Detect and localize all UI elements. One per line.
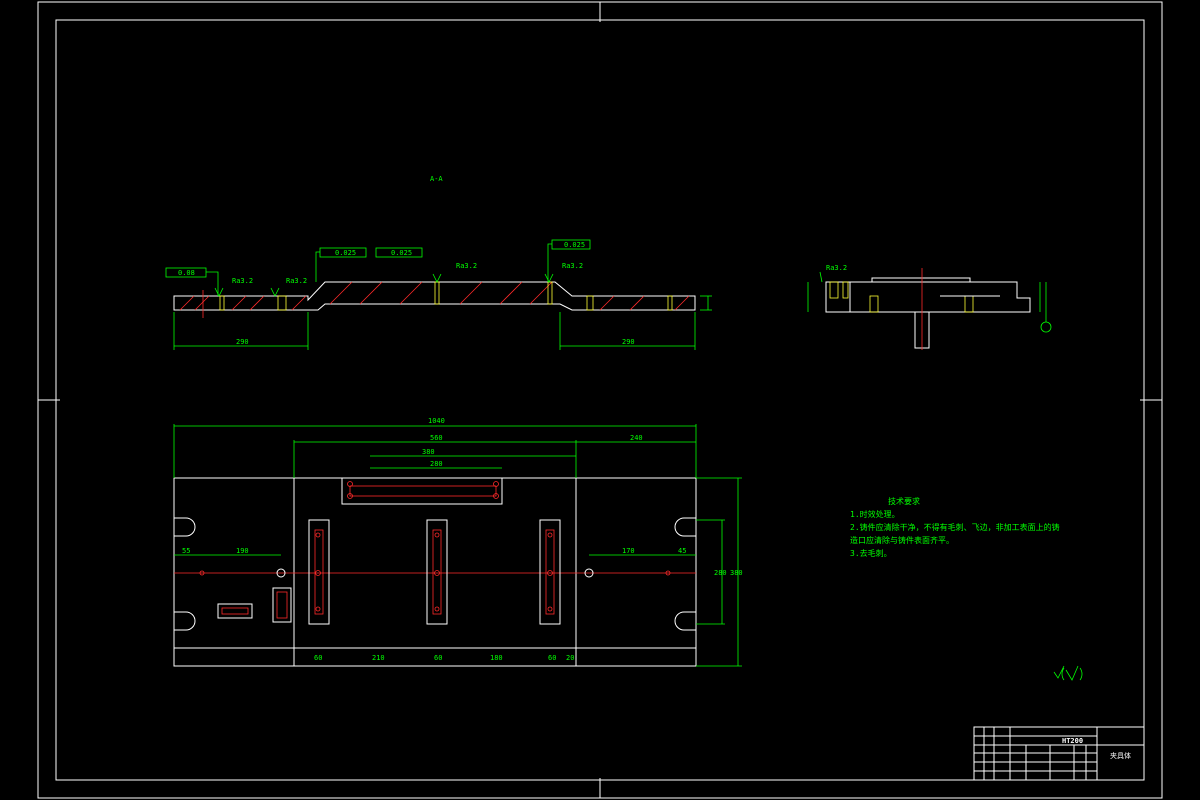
dim-left-section: 290 — [236, 338, 249, 346]
svg-text:60: 60 — [314, 654, 322, 662]
svg-text:210: 210 — [372, 654, 385, 662]
dim-left-hole: 190 — [236, 547, 249, 555]
svg-text:Ra3.2: Ra3.2 — [456, 262, 477, 270]
svg-text:0.025: 0.025 — [335, 249, 356, 257]
u-slot-top-right — [674, 517, 696, 537]
section-view: 290 290 0.08 0.025 0.025 0.025 Ra3.2 Ra3… — [165, 239, 712, 350]
svg-text:180: 180 — [490, 654, 503, 662]
svg-text:Ra3.2: Ra3.2 — [562, 262, 583, 270]
side-outline — [825, 281, 1031, 313]
material-code: HT200 — [1062, 737, 1083, 745]
u-slot-top-left — [174, 517, 196, 537]
svg-text:20: 20 — [566, 654, 574, 662]
u-slot-bottom-right — [674, 611, 696, 631]
dim-right-hole: 170 — [622, 547, 635, 555]
dim-left-offset: 55 — [182, 547, 190, 555]
dim-right-span: 240 — [630, 434, 643, 442]
tech-item-4: 3.去毛刺。 — [850, 549, 892, 558]
dim-mid-span: 560 — [430, 434, 443, 442]
dim-right-edge: 45 — [678, 547, 686, 555]
section-outline — [173, 281, 696, 311]
svg-text:Ra3.2: Ra3.2 — [826, 264, 847, 272]
tech-item-2: 2.铸件应清除干净，不得有毛刺、飞边，非加工表面上的铸 — [850, 523, 1060, 532]
plan-view: 1040 560 240 380 280 55 190 170 45 380 2… — [173, 417, 743, 667]
cad-drawing: A-A 290 290 0.08 0.025 0.025 0.025 Ra3.2… — [37, 1, 1163, 799]
dim-top-slot: 380 — [422, 448, 435, 456]
dim-height-inner: 280 — [714, 569, 727, 577]
svg-text:0.025: 0.025 — [564, 241, 585, 249]
svg-text:60: 60 — [434, 654, 442, 662]
svg-text:0.025: 0.025 — [391, 249, 412, 257]
dim-height-total: 380 — [730, 569, 743, 577]
dim-right-section: 290 — [622, 338, 635, 346]
svg-text:Ra3.2: Ra3.2 — [232, 277, 253, 285]
roughness-symbol — [1053, 665, 1065, 679]
tech-heading: 技术要求 — [888, 497, 920, 506]
tech-item-3: 造口应清除与铸件表面齐平。 — [850, 536, 954, 545]
u-slot-bottom-left — [174, 611, 196, 631]
dim-top-slot-inner: 280 — [430, 460, 443, 468]
sheet-outer-border — [37, 1, 1163, 799]
svg-text:Ra3.2: Ra3.2 — [286, 277, 307, 285]
side-view: Ra3.2 — [807, 264, 1052, 350]
tech-item-1: 1.时效处理。 — [850, 510, 900, 519]
svg-text:60: 60 — [548, 654, 556, 662]
part-name: 夹具体 — [1110, 751, 1131, 760]
section-label: A-A — [430, 175, 443, 183]
svg-text:0.08: 0.08 — [178, 269, 195, 277]
tech-requirements: 技术要求 1.时效处理。 2.铸件应清除干净，不得有毛刺、飞边，非加工表面上的铸… — [850, 495, 1060, 560]
dim-overall-length: 1040 — [428, 417, 445, 425]
